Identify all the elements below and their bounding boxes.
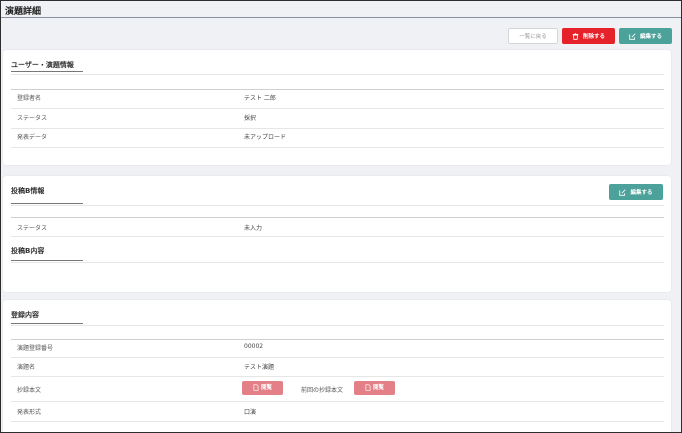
app-frame: 演題詳細 一覧に戻る 削除する 編集する ユーザー・演題情報 登録者名 テスト … xyxy=(0,0,682,433)
divider xyxy=(11,376,664,377)
postB-edit-button-label: 編集する xyxy=(630,190,653,196)
prev-abstract-label: 前回の抄録本文 xyxy=(301,387,344,394)
title-divider xyxy=(1,17,681,18)
row-label-postB-status: ステータス xyxy=(17,225,48,232)
section-title-postB-info: 投稿B情報 xyxy=(11,187,45,195)
postB-edit-button[interactable]: 編集する xyxy=(609,184,663,200)
edit-button-label: 編集する xyxy=(639,34,662,40)
section-underline xyxy=(11,71,83,72)
divider xyxy=(11,89,664,90)
section-underline xyxy=(11,203,83,204)
edit-icon xyxy=(629,28,636,44)
section-title-user-info: ユーザー・演題情報 xyxy=(11,61,74,69)
registration-card: 登録内容 演題登録番号 00002 演題名 テスト演題 抄録本文 閲覧 前回の抄… xyxy=(3,300,671,432)
edit-icon xyxy=(619,184,627,200)
row-label-presentation-data: 発表データ xyxy=(17,134,48,141)
row-value-abstract-title: テスト演題 xyxy=(244,364,275,371)
view-abstract-button[interactable]: 閲覧 xyxy=(242,381,283,395)
row-label-abstract-title: 演題名 xyxy=(17,364,36,371)
delete-button[interactable]: 削除する xyxy=(562,28,615,44)
divider xyxy=(11,205,664,206)
divider xyxy=(11,325,664,326)
delete-button-label: 削除する xyxy=(582,34,605,40)
row-value-postB-status: 未入力 xyxy=(244,225,263,232)
divider xyxy=(11,262,664,263)
row-value-status: 採択 xyxy=(244,115,257,122)
divider xyxy=(11,339,664,340)
back-to-list-button[interactable]: 一覧に戻る xyxy=(508,28,558,44)
row-label-presentation-format: 発表形式 xyxy=(17,409,42,416)
row-value-abstract-number: 00002 xyxy=(244,343,264,350)
section-underline xyxy=(11,323,83,324)
row-label-abstract-body: 抄録本文 xyxy=(17,387,42,394)
document-icon xyxy=(365,384,371,391)
divider xyxy=(11,236,664,237)
row-value-registrant: テスト 二郎 xyxy=(244,95,276,102)
row-label-abstract-number: 演題登録番号 xyxy=(17,345,54,352)
section-title-postB-content: 投稿B内容 xyxy=(11,247,45,255)
row-label-status: ステータス xyxy=(17,115,48,122)
divider xyxy=(11,401,664,402)
document-icon xyxy=(253,384,259,391)
view-prev-abstract-button[interactable]: 閲覧 xyxy=(354,381,395,395)
row-value-presentation-format: 口演 xyxy=(244,409,257,416)
view-abstract-label: 閲覧 xyxy=(260,385,272,391)
postB-info-card: 投稿B情報 ステータス 未入力 投稿B内容 xyxy=(3,176,671,292)
row-label-registrant: 登録者名 xyxy=(17,95,42,102)
row-value-presentation-data: 未アップロード xyxy=(244,134,287,141)
divider xyxy=(11,128,664,129)
divider xyxy=(11,147,664,148)
section-title-registration: 登録内容 xyxy=(11,311,39,319)
section-underline xyxy=(11,260,83,261)
divider xyxy=(11,421,664,422)
divider xyxy=(11,217,664,218)
divider xyxy=(11,74,664,75)
user-info-card: ユーザー・演題情報 登録者名 テスト 二郎 ステータス 採択 発表データ 未アッ… xyxy=(3,50,671,165)
divider xyxy=(11,357,664,358)
trash-icon xyxy=(572,28,579,44)
view-prev-abstract-label: 閲覧 xyxy=(372,385,384,391)
page-title: 演題詳細 xyxy=(5,7,42,17)
edit-button[interactable]: 編集する xyxy=(619,28,672,44)
divider xyxy=(11,108,664,109)
